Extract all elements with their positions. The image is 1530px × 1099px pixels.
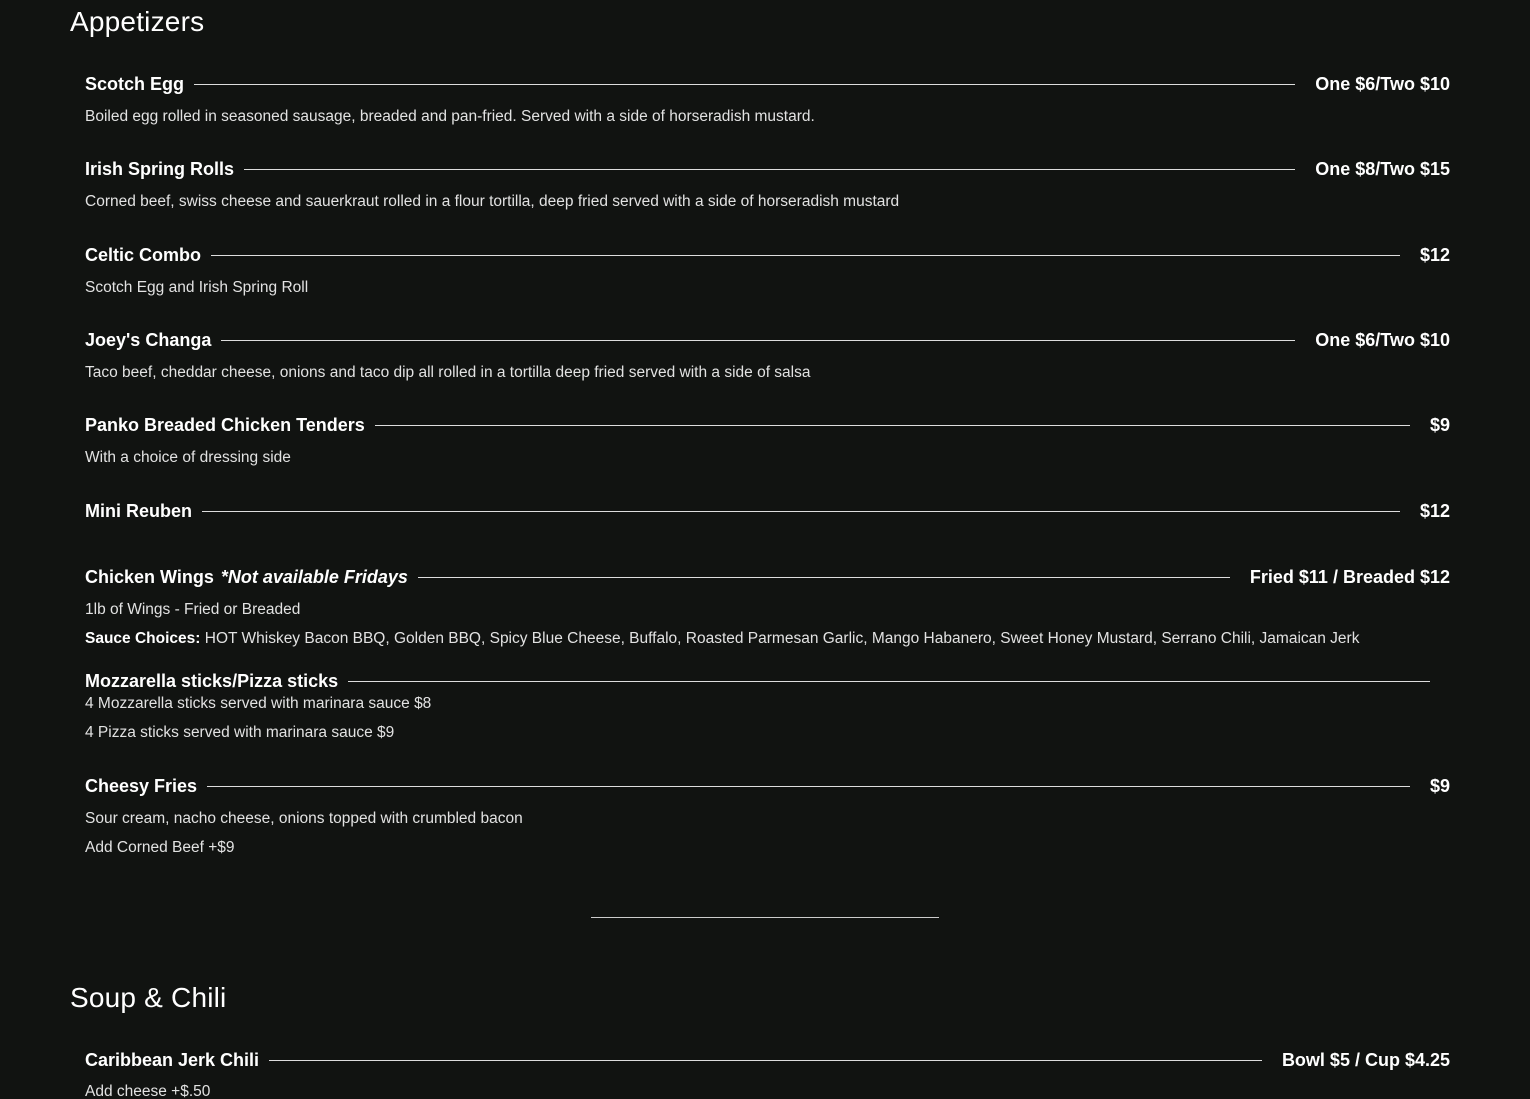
dotted-leader	[244, 168, 1296, 170]
item-price: $12	[1419, 501, 1450, 521]
item-price: $12	[1419, 245, 1450, 265]
dotted-leader	[202, 510, 1400, 512]
item-description: Taco beef, cheddar cheese, onions and ta…	[85, 364, 811, 381]
item-price: One $8/Two $15	[1315, 159, 1450, 179]
menu-item-irish-spring-rolls: Irish Spring Rolls One $8/Two $15	[85, 158, 1450, 180]
item-name: Mozzarella sticks/Pizza sticks	[85, 671, 339, 691]
item-name: Caribbean Jerk Chili	[85, 1050, 260, 1070]
dotted-leader	[269, 1059, 1262, 1061]
item-price: One $6/Two $10	[1315, 74, 1450, 94]
menu-item-chicken-wings: Chicken Wings *Not available Fridays Fri…	[85, 566, 1450, 588]
dotted-leader	[221, 339, 1296, 341]
item-description: Boiled egg rolled in seasoned sausage, b…	[85, 108, 815, 125]
sauce-choices-list: HOT Whiskey Bacon BBQ, Golden BBQ, Spicy…	[204, 630, 1360, 647]
section-title-appetizers: Appetizers	[70, 6, 205, 37]
item-description: With a choice of dressing side	[85, 449, 291, 466]
sauce-choices: Sauce Choices: HOT Whiskey Bacon BBQ, Go…	[85, 629, 1465, 649]
item-price: One $6/Two $10	[1315, 330, 1450, 350]
section-title-soup-chili: Soup & Chili	[70, 982, 227, 1013]
dotted-leader	[348, 680, 1430, 682]
item-price: $9	[1429, 776, 1450, 796]
item-price: $9	[1429, 415, 1450, 435]
menu-item-cheesy-fries: Cheesy Fries $9	[85, 775, 1450, 797]
menu-item-chicken-tenders: Panko Breaded Chicken Tenders $9	[85, 414, 1450, 436]
dotted-leader	[194, 83, 1296, 85]
item-price: Bowl $5 / Cup $4.25	[1281, 1050, 1450, 1070]
menu-page: Appetizers Scotch Egg One $6/Two $10 Boi…	[0, 0, 1530, 1099]
item-description: Add cheese +$.50	[85, 1083, 211, 1099]
item-name: Mini Reuben	[85, 501, 192, 521]
dotted-leader	[207, 785, 1410, 787]
dotted-leader	[417, 576, 1230, 578]
menu-item-celtic-combo: Celtic Combo $12	[85, 244, 1450, 266]
dotted-leader	[211, 254, 1400, 256]
item-name: Joey's Changa	[85, 330, 212, 350]
menu-item-caribbean-jerk-chili: Caribbean Jerk Chili Bowl $5 / Cup $4.25	[85, 1049, 1450, 1071]
menu-item-joeys-changa: Joey's Changa One $6/Two $10	[85, 329, 1450, 351]
item-description: 1lb of Wings - Fried or Breaded	[85, 601, 301, 618]
item-name: Cheesy Fries	[85, 776, 198, 796]
item-description-line: 4 Pizza sticks served with marinara sauc…	[85, 724, 395, 741]
item-description-line: Sour cream, nacho cheese, onions topped …	[85, 810, 523, 827]
menu-item-mozzarella-pizza-sticks: Mozzarella sticks/Pizza sticks	[85, 670, 1430, 692]
item-name: Scotch Egg	[85, 74, 185, 94]
item-description: Scotch Egg and Irish Spring Roll	[85, 279, 309, 296]
item-description-line: Add Corned Beef +$9	[85, 839, 235, 856]
item-availability-note: *Not available Fridays	[220, 567, 408, 587]
sauce-choices-label: Sauce Choices:	[85, 630, 201, 647]
menu-item-scotch-egg: Scotch Egg One $6/Two $10	[85, 73, 1450, 95]
item-description-line: 4 Mozzarella sticks served with marinara…	[85, 695, 432, 712]
menu-item-mini-reuben: Mini Reuben $12	[85, 500, 1450, 522]
item-name: Chicken Wings	[85, 567, 214, 587]
item-description: Corned beef, swiss cheese and sauerkraut…	[85, 193, 900, 210]
item-name: Irish Spring Rolls	[85, 159, 235, 179]
item-name: Celtic Combo	[85, 245, 202, 265]
dotted-leader	[374, 424, 1410, 426]
section-divider	[591, 917, 939, 918]
item-name: Panko Breaded Chicken Tenders	[85, 415, 365, 435]
item-price: Fried $11 / Breaded $12	[1249, 567, 1450, 587]
